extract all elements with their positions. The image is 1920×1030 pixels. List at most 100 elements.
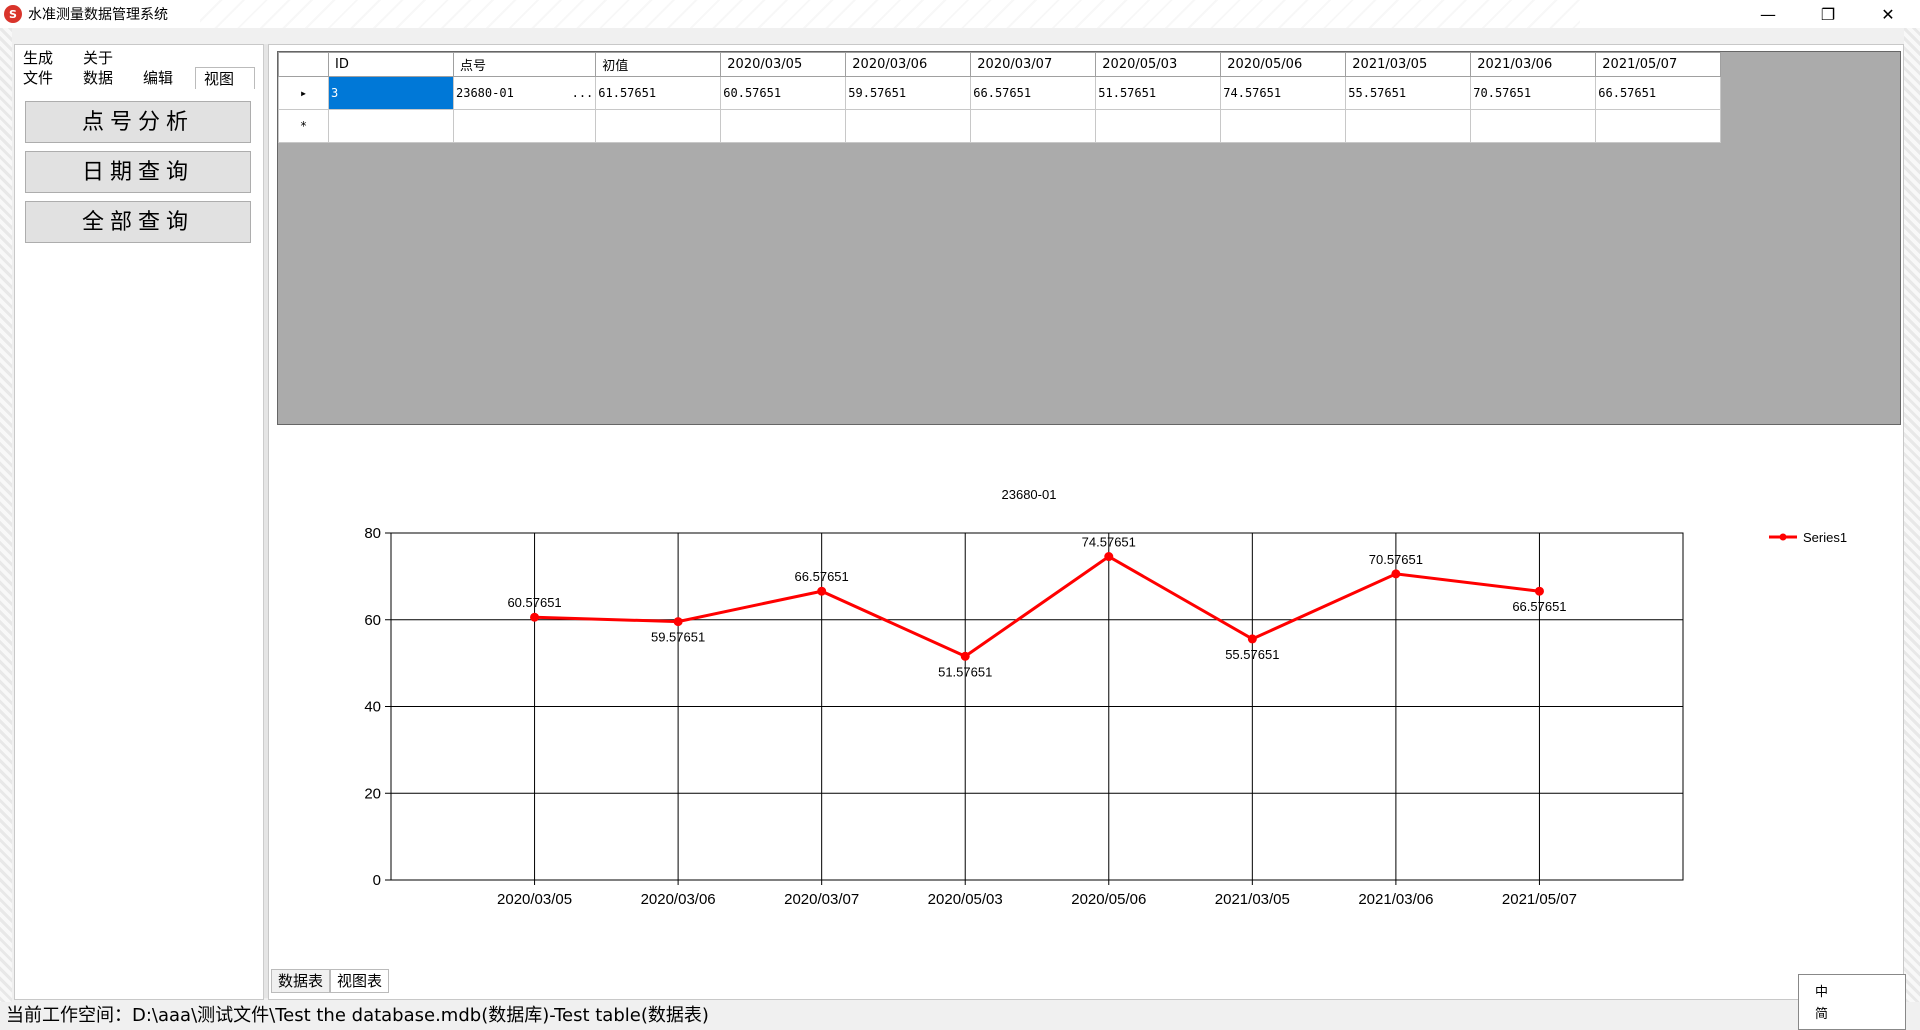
x-tick-label: 2020/05/06 [1071,891,1146,908]
y-tick-label: 0 [373,872,381,889]
grid-cell-empty[interactable] [595,109,722,143]
data-label: 74.57651 [1082,535,1136,550]
data-label: 70.57651 [1369,552,1423,567]
grid-cell-empty[interactable] [1220,109,1347,143]
data-label: 66.57651 [795,569,849,584]
grid-cell-empty[interactable] [1345,109,1472,143]
menu-row-1: 生成 关于 [15,47,135,69]
ime-mode-simplified: 简 [1815,1007,1829,1022]
grid-cell-empty[interactable] [452,109,597,143]
menu-about[interactable]: 关于 [75,47,135,69]
data-label: 59.57651 [651,630,705,645]
grid-col-header[interactable]: 2021/03/05 [1345,52,1472,77]
menu-view[interactable]: 视图 [195,67,255,89]
data-grid-table: ID 点号 初值 2020/03/05 2020/03/06 2020/03/0… [278,52,1722,143]
grid-cell-empty[interactable] [1470,109,1597,143]
legend-marker [1779,533,1787,541]
app-icon: S [4,5,22,23]
row-header-current[interactable]: ▸ [278,76,329,110]
x-tick-label: 2021/03/06 [1358,891,1433,908]
y-tick-label: 60 [364,612,381,629]
all-query-button[interactable]: 全部查询 [25,201,251,243]
menu-edit[interactable]: 编辑 [135,67,195,89]
grid-col-header[interactable]: 2021/03/06 [1470,52,1597,77]
grid-cell[interactable]: 74.57651 [1220,76,1347,110]
title-bar-background [200,0,1580,28]
table-row-new[interactable]: * [278,109,1722,143]
y-tick-label: 80 [364,525,381,542]
left-decorative-border [0,28,12,1030]
menu-file[interactable]: 文件 [15,67,75,89]
tab-chart-view[interactable]: 视图表 [330,969,390,993]
x-tick-label: 2020/03/05 [497,891,572,908]
grid-cell[interactable]: 51.57651 [1095,76,1222,110]
window-title: 水准测量数据管理系统 [28,7,168,23]
maximize-button[interactable]: ❐ [1800,0,1856,28]
data-point [817,586,827,596]
x-tick-label: 2020/05/03 [928,891,1003,908]
grid-cell-empty[interactable] [1595,109,1722,143]
data-label: 66.57651 [1512,599,1566,614]
grid-cell[interactable]: 55.57651 [1345,76,1472,110]
grid-cell[interactable]: 23680-01 ... [452,76,597,110]
grid-cell-empty[interactable] [720,109,847,143]
grid-cell[interactable]: 70.57651 [1470,76,1597,110]
ime-indicator[interactable]: 中 简 [1798,974,1906,1030]
data-label: 60.57651 [507,595,561,610]
data-point [960,651,970,661]
grid-header-row: ID 点号 初值 2020/03/05 2020/03/06 2020/03/0… [278,52,1722,77]
y-tick-label: 20 [364,785,381,802]
grid-col-header[interactable]: 2020/05/06 [1220,52,1347,77]
grid-cell-empty[interactable] [328,109,454,143]
point-analysis-button[interactable]: 点号分析 [25,101,251,143]
grid-cell-empty[interactable] [970,109,1097,143]
right-decorative-border [1904,28,1920,1030]
data-point [530,612,540,622]
y-tick-label: 40 [364,699,381,716]
close-button[interactable]: ✕ [1860,0,1916,28]
menu-generate[interactable]: 生成 [15,47,75,69]
date-query-button[interactable]: 日期查询 [25,151,251,193]
grid-cell[interactable]: 61.57651 [595,76,722,110]
x-tick-label: 2020/03/06 [641,891,716,908]
tab-strip: 数据表 视图表 [271,969,390,993]
line-chart: 23680-01 0 20 40 60 80 2020/03/05 2020/03/06 202… [364,487,1847,908]
tab-data-table[interactable]: 数据表 [271,969,331,993]
grid-col-header[interactable]: 2020/03/05 [720,52,847,77]
grid-cell[interactable]: 66.57651 [1595,76,1722,110]
x-tick-label: 2021/03/05 [1215,891,1290,908]
x-tick-label: 2021/05/07 [1502,891,1577,908]
title-bar: S 水准测量数据管理系统 — ❐ ✕ [0,0,1920,28]
grid-col-header[interactable]: 2020/03/06 [845,52,972,77]
data-grid[interactable]: ID 点号 初值 2020/03/05 2020/03/06 2020/03/0… [277,51,1901,425]
data-point [1247,634,1257,644]
menu-data[interactable]: 数据 [75,67,135,89]
row-header-new[interactable]: * [278,109,329,143]
grid-col-header[interactable]: 2020/05/03 [1095,52,1222,77]
data-point [1391,569,1401,579]
grid-col-header[interactable]: 2020/03/07 [970,52,1097,77]
grid-cell-empty[interactable] [845,109,972,143]
grid-cell[interactable]: 3 [328,76,454,110]
grid-col-header[interactable]: 初值 [595,52,722,77]
right-panel: ID 点号 初值 2020/03/05 2020/03/06 2020/03/0… [268,44,1904,1000]
grid-cell-empty[interactable] [1095,109,1222,143]
table-row[interactable]: ▸ 3 23680-01 ... 61.57651 60.57651 59.57… [278,76,1722,110]
data-point [673,617,683,627]
grid-col-header[interactable]: 点号 [452,52,597,77]
status-bar: 当前工作空间：D:\aaa\测试文件\Test the database.mdb… [0,1002,1920,1030]
grid-cell[interactable]: 66.57651 [970,76,1097,110]
grid-cell[interactable]: 60.57651 [720,76,847,110]
ime-mode-chinese: 中 [1815,985,1829,1000]
x-tick-label: 2020/03/07 [784,891,859,908]
grid-corner-cell [278,52,329,77]
left-panel: 生成 关于 文件 数据 编辑 视图 点号分析 日期查询 全部查询 [14,44,264,1000]
grid-col-header[interactable]: ID [328,52,454,77]
data-point [1104,552,1114,562]
grid-col-header[interactable]: 2021/05/07 [1595,52,1722,77]
minimize-button[interactable]: — [1740,0,1796,28]
grid-cell[interactable]: 59.57651 [845,76,972,110]
data-label: 55.57651 [1225,647,1279,662]
data-label: 51.57651 [938,664,992,679]
legend-label: Series1 [1803,530,1847,545]
